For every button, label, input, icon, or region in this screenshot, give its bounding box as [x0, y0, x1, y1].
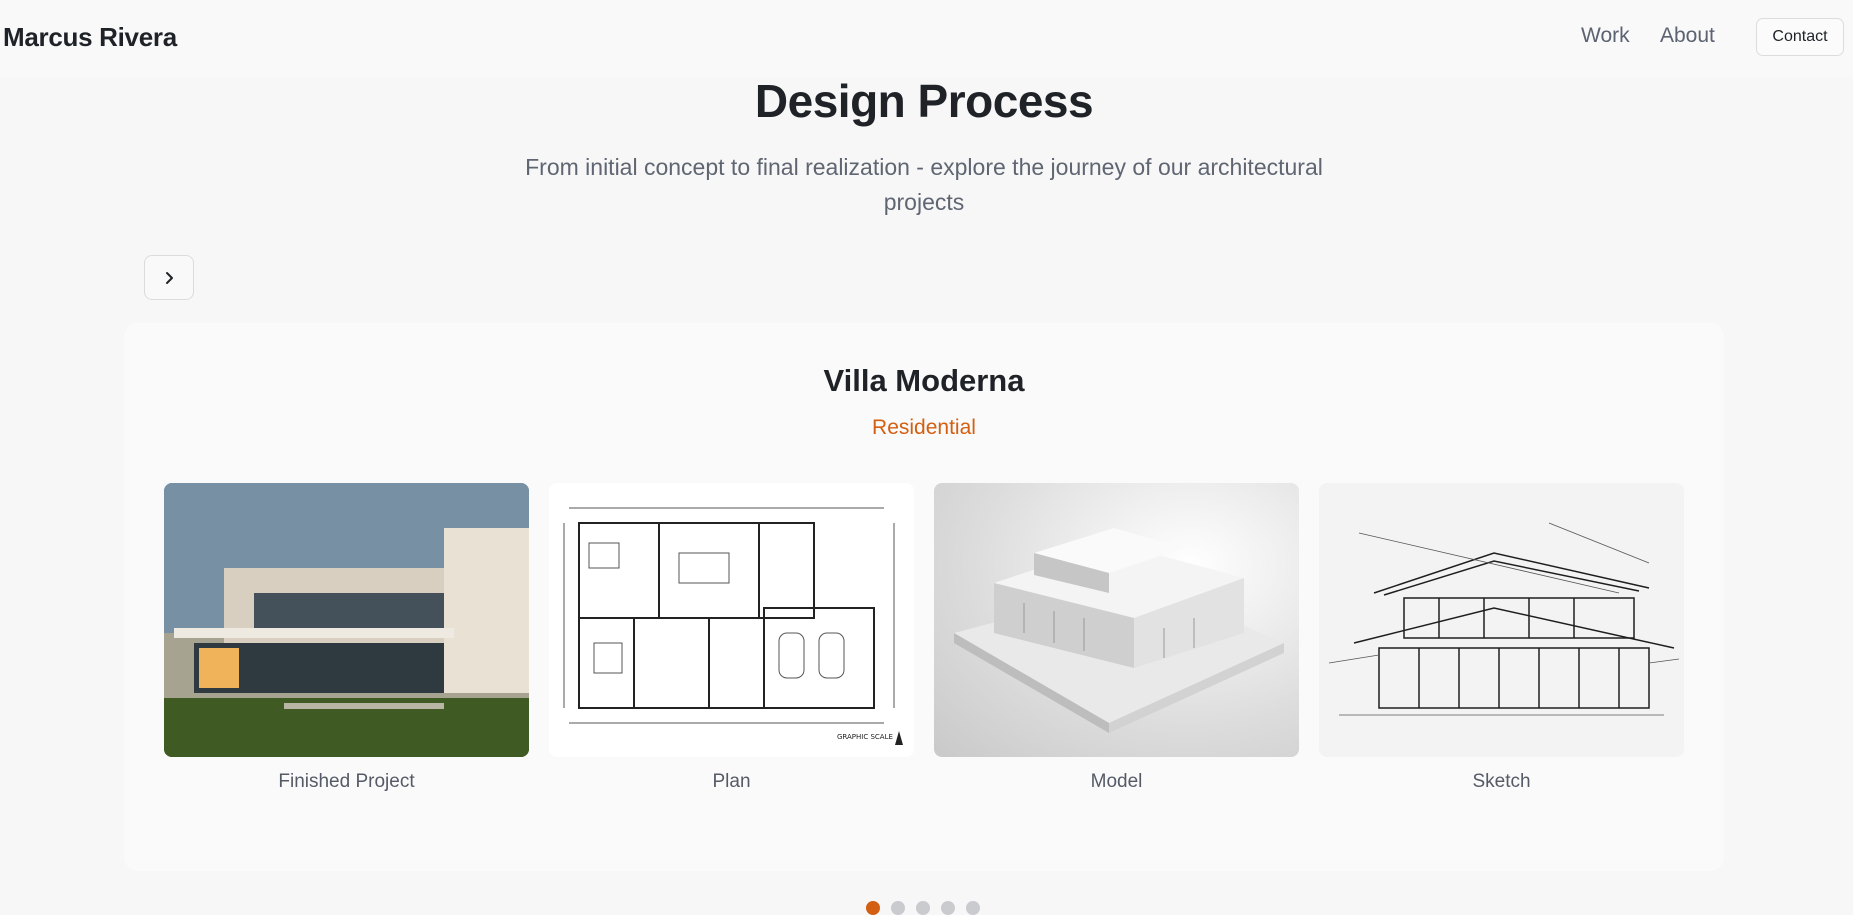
brand-logo[interactable]: Marcus Rivera — [3, 22, 177, 53]
chevron-right-icon — [166, 271, 173, 284]
stage-label: Finished Project — [278, 771, 415, 792]
stage-model[interactable]: Model — [934, 483, 1299, 793]
carousel-dot-2[interactable] — [891, 901, 905, 915]
stage-label: Model — [1090, 771, 1143, 792]
nav-link-about[interactable]: About — [1660, 24, 1715, 48]
carousel-dot-3[interactable] — [916, 901, 930, 915]
contact-button[interactable]: Contact — [1756, 18, 1844, 56]
nav-link-work[interactable]: Work — [1581, 24, 1630, 48]
site-header: Marcus Rivera Work About Contact — [0, 0, 1853, 77]
plan-image[interactable]: GRAPHIC SCALE — [549, 483, 914, 757]
stage-finished-project[interactable]: Finished Project — [164, 483, 529, 793]
stage-label: Sketch — [1472, 771, 1531, 792]
page-subtitle: From initial concept to final realizatio… — [525, 154, 1323, 215]
project-category: Residential — [872, 416, 976, 439]
project-card: Villa Moderna Residential Finished Proje… — [124, 323, 1724, 871]
stage-plan[interactable]: GRAPHIC SCALE Plan — [549, 483, 914, 793]
project-title: Villa Moderna — [823, 363, 1025, 398]
carousel-next-button[interactable] — [144, 255, 194, 300]
stage-label: Plan — [712, 771, 751, 792]
carousel-dot-5[interactable] — [966, 901, 980, 915]
page-title: Design Process — [754, 75, 1094, 127]
stage-sketch[interactable]: Sketch — [1319, 483, 1684, 793]
model-image[interactable] — [934, 483, 1299, 757]
svg-text:GRAPHIC SCALE: GRAPHIC SCALE — [837, 733, 893, 741]
carousel-dot-4[interactable] — [941, 901, 955, 915]
carousel-dot-1[interactable] — [866, 901, 880, 915]
sketch-image[interactable] — [1319, 483, 1684, 757]
finished-project-image[interactable] — [164, 483, 529, 757]
carousel-pagination — [866, 901, 980, 915]
